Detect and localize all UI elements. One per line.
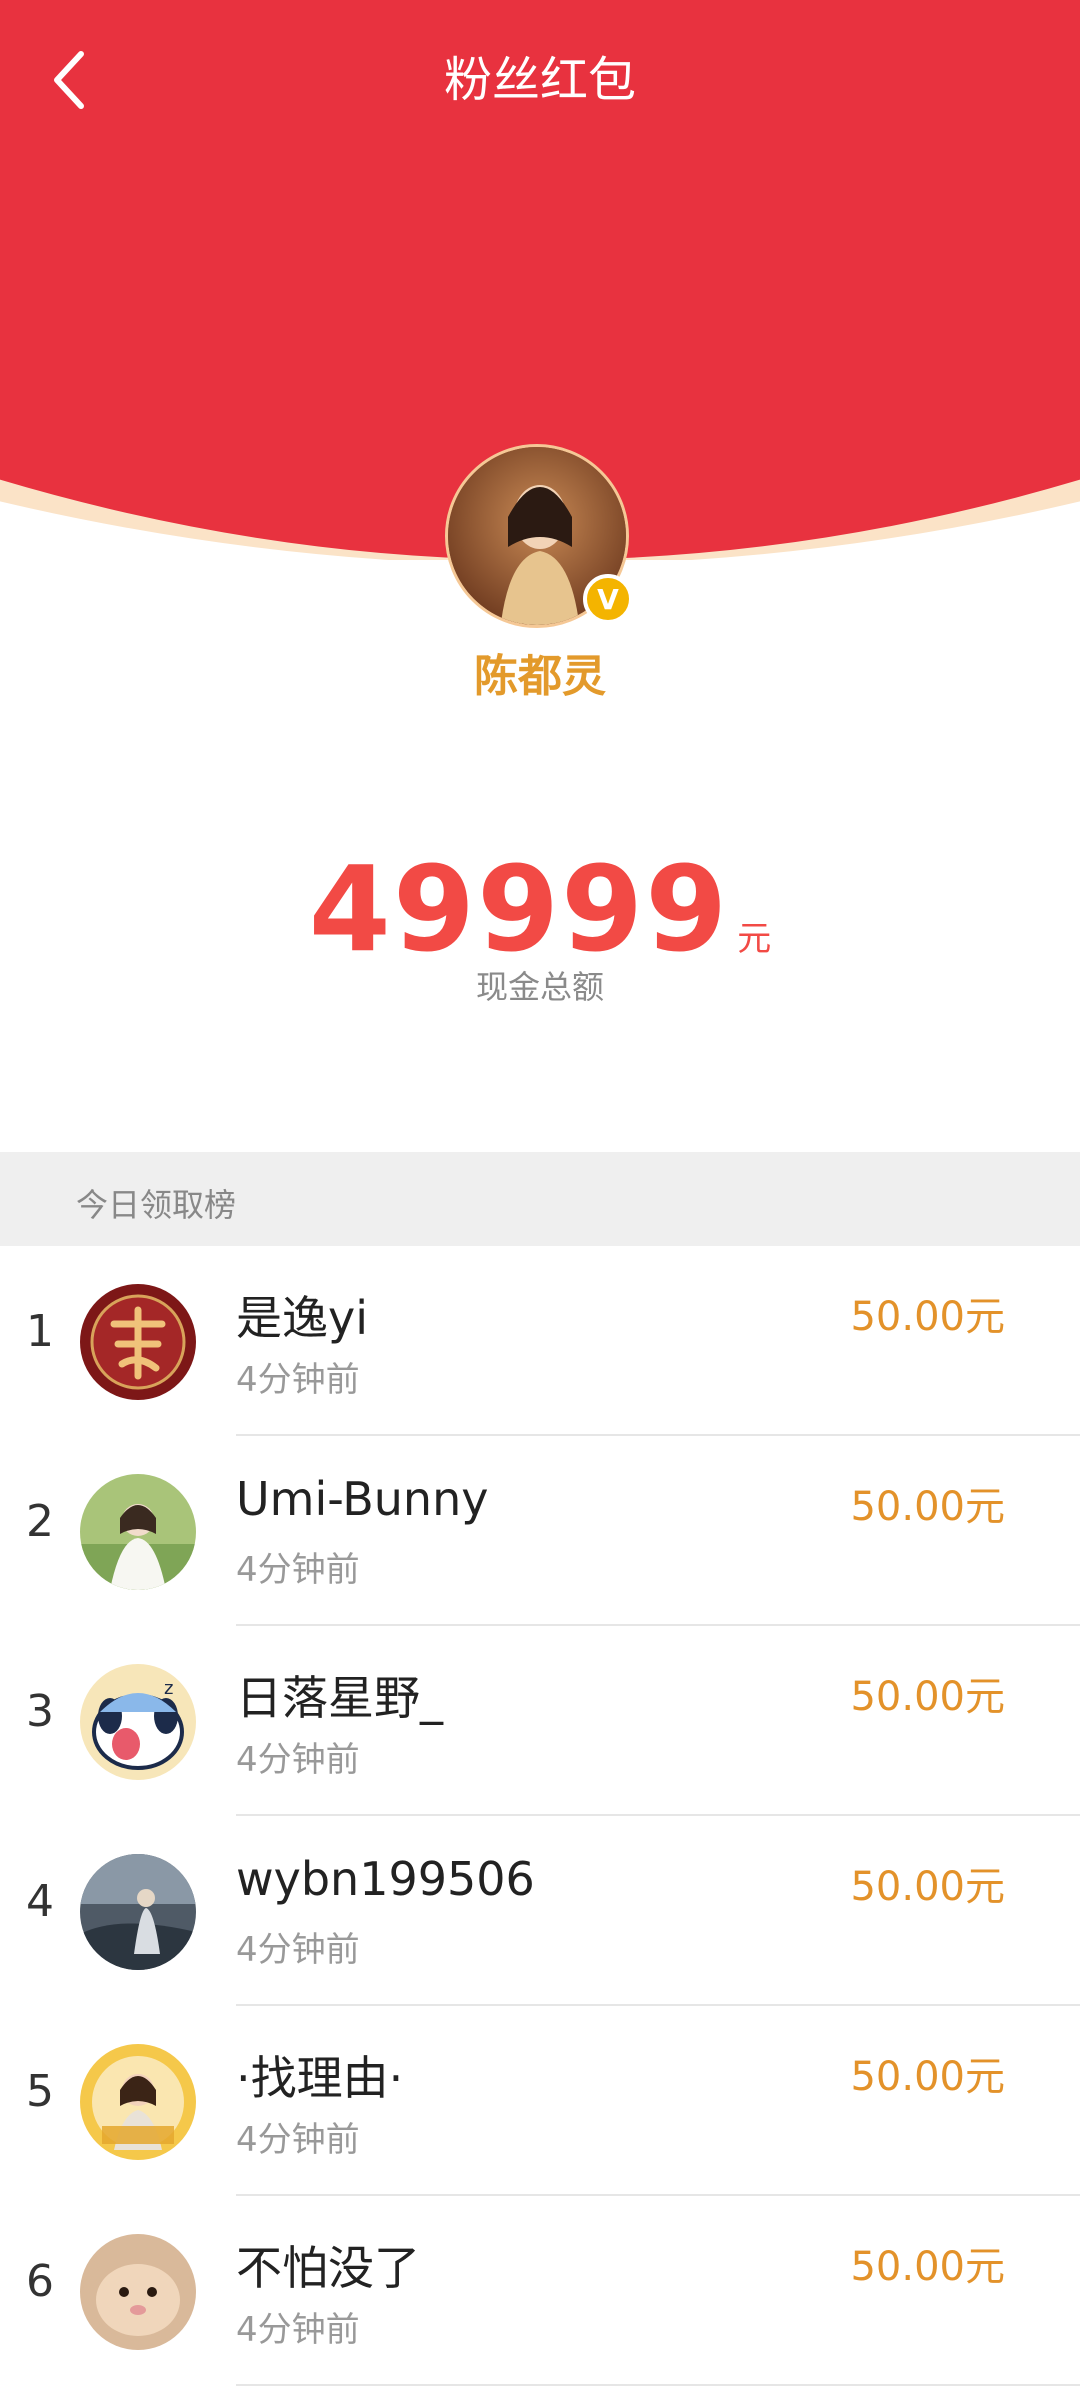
- claim-time: 4分钟前: [236, 1360, 360, 1400]
- rank-number: 3: [26, 1686, 54, 1737]
- claim-amount: 50.00元: [850, 2054, 1005, 2100]
- rank-number: 6: [26, 2256, 54, 2307]
- svg-text:z: z: [164, 1678, 173, 1699]
- total-amount-unit: 元: [737, 919, 772, 959]
- rank-number: 5: [26, 2066, 54, 2117]
- claim-amount: 50.00元: [850, 1484, 1005, 1530]
- avatar[interactable]: [80, 1284, 196, 1400]
- leaderboard-list: 1 是逸yi 4分钟前 50.00元 2 Umi-Bunny 4分钟前 50.0: [0, 1246, 1080, 2386]
- claim-amount: 50.00元: [850, 1864, 1005, 1910]
- list-item[interactable]: 2 Umi-Bunny 4分钟前 50.00元: [0, 1436, 1080, 1626]
- list-item[interactable]: 4 wybn199506 4分钟前 50.00元: [0, 1816, 1080, 2006]
- user-name: 不怕没了: [236, 2241, 420, 2295]
- list-item[interactable]: 5 ·找理由· 4分钟前 50.00元: [0, 2006, 1080, 2196]
- claim-time: 4分钟前: [236, 2120, 360, 2160]
- total-amount: 49999 元: [0, 840, 1080, 978]
- claim-amount: 50.00元: [850, 2244, 1005, 2290]
- avatar[interactable]: [80, 2234, 196, 2350]
- user-name: 是逸yi: [236, 1291, 369, 1345]
- page-title: 粉丝红包: [443, 52, 636, 108]
- list-item[interactable]: 3 z 日落星野_ 4分钟前 50.00元: [0, 1626, 1080, 1816]
- claim-time: 4分钟前: [236, 1550, 360, 1590]
- user-name: ·找理由·: [236, 2051, 404, 2105]
- avatar[interactable]: [80, 1474, 196, 1590]
- claim-time: 4分钟前: [236, 1930, 360, 1970]
- claim-time: 4分钟前: [236, 1740, 360, 1780]
- claim-amount: 50.00元: [850, 1674, 1005, 1720]
- total-amount-label: 现金总额: [475, 968, 604, 1006]
- user-name: Umi-Bunny: [236, 1472, 489, 1526]
- rank-number: 4: [26, 1876, 54, 1927]
- list-item[interactable]: 6 不怕没了 4分钟前 50.00元: [0, 2196, 1080, 2386]
- rank-number: 2: [26, 1496, 54, 1547]
- leaderboard-title: 今日领取榜: [76, 1186, 237, 1224]
- user-name: 日落星野_: [236, 1671, 443, 1725]
- list-item[interactable]: 1 是逸yi 4分钟前 50.00元: [0, 1246, 1080, 1436]
- rank-number: 1: [26, 1306, 54, 1357]
- avatar[interactable]: [80, 2044, 196, 2160]
- verified-badge: V: [583, 574, 633, 624]
- avatar[interactable]: z: [80, 1664, 196, 1780]
- leaderboard-header: 今日领取榜: [0, 1152, 1080, 1246]
- user-name: wybn199506: [236, 1852, 535, 1906]
- claim-time: 4分钟前: [236, 2310, 360, 2350]
- total-amount-value: 49999: [308, 840, 730, 978]
- claim-amount: 50.00元: [850, 1294, 1005, 1340]
- host-avatar[interactable]: V: [445, 444, 635, 634]
- host-name[interactable]: 陈都灵: [0, 640, 1080, 704]
- avatar[interactable]: [80, 1854, 196, 1970]
